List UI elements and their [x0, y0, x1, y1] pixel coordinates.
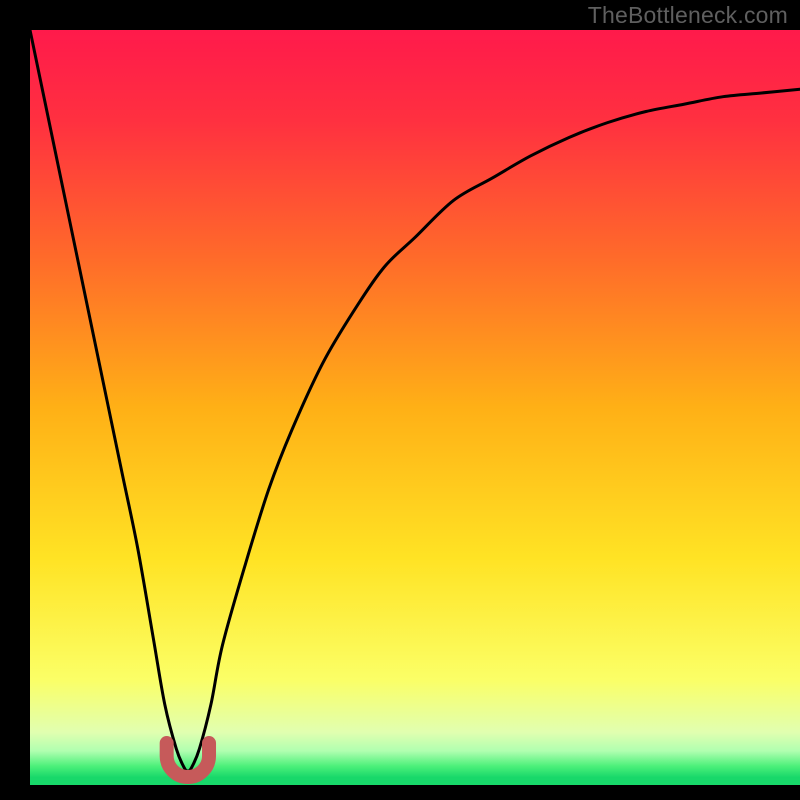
chart-svg [30, 30, 800, 785]
watermark-text: TheBottleneck.com [588, 2, 788, 29]
gradient-background [30, 30, 800, 785]
plot-area [30, 30, 800, 785]
outer-frame: TheBottleneck.com [0, 0, 800, 800]
